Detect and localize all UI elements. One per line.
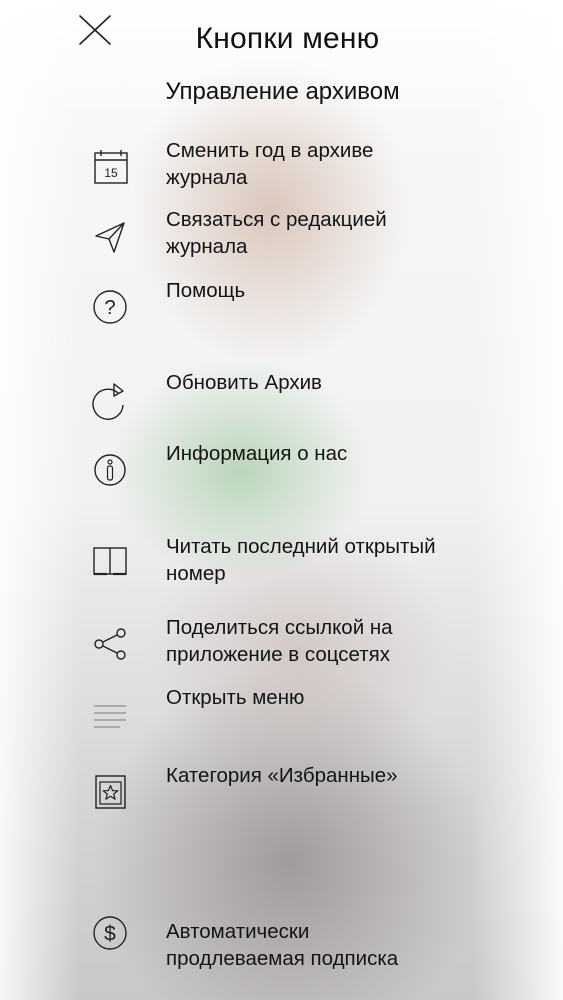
menu-item-refresh-archive[interactable]: Обновить Архив <box>80 369 500 429</box>
menu-item-change-archive-year[interactable]: 15 Сменить год в архиве журнала <box>80 137 500 197</box>
section-subtitle: Управление архивом <box>165 78 400 105</box>
menu-item-label: Связаться с редакцией журнала <box>166 208 387 258</box>
menu-item-help[interactable]: ? Помощь <box>80 277 500 337</box>
page-title: Кнопки меню <box>195 22 380 55</box>
menu-item-auto-renew-subscription[interactable]: $ Автоматически продлеваемая подписка <box>80 916 500 978</box>
menu-item-label: Открыть меню <box>166 686 305 709</box>
menu-item-label: Категория «Избранные» <box>166 764 398 787</box>
menu-item-about-us[interactable]: Информация о нас <box>80 440 500 500</box>
menu-lines-icon <box>90 696 130 736</box>
menu-item-open-menu[interactable]: Открыть меню <box>80 684 500 744</box>
menu-item-label: Читать последний открытый номер <box>166 535 436 585</box>
favorites-star-icon <box>90 772 130 812</box>
menu-item-favorites-category[interactable]: Категория «Избранные» <box>80 762 500 822</box>
dollar-icon: $ <box>90 913 130 953</box>
help-icon: ? <box>90 287 130 327</box>
menu-item-label: Помощь <box>166 279 246 302</box>
menu-item-label: Автоматически продлеваемая подписка <box>166 920 399 970</box>
svg-text:$: $ <box>104 923 116 946</box>
menu-item-label: Информация о нас <box>166 442 348 465</box>
menu-item-read-last-issue[interactable]: Читать последний открытый номер <box>80 533 500 593</box>
refresh-icon <box>90 379 130 420</box>
calendar-icon: 15 <box>90 147 130 187</box>
menu-item-label: Поделиться ссылкой на приложение в соцсе… <box>166 616 393 666</box>
menu-item-label: Обновить Архив <box>166 371 322 394</box>
menu-item-label: Сменить год в архиве журнала <box>166 139 374 189</box>
send-icon <box>90 216 130 256</box>
menu-item-contact-editors[interactable]: Связаться с редакцией журнала <box>80 206 500 266</box>
menu-item-share-app-link[interactable]: Поделиться ссылкой на приложение в соцсе… <box>80 614 500 674</box>
calendar-day-text: 15 <box>104 166 118 180</box>
book-icon <box>90 541 130 581</box>
share-icon <box>90 624 130 664</box>
svg-text:?: ? <box>104 297 115 319</box>
info-icon <box>90 450 130 490</box>
